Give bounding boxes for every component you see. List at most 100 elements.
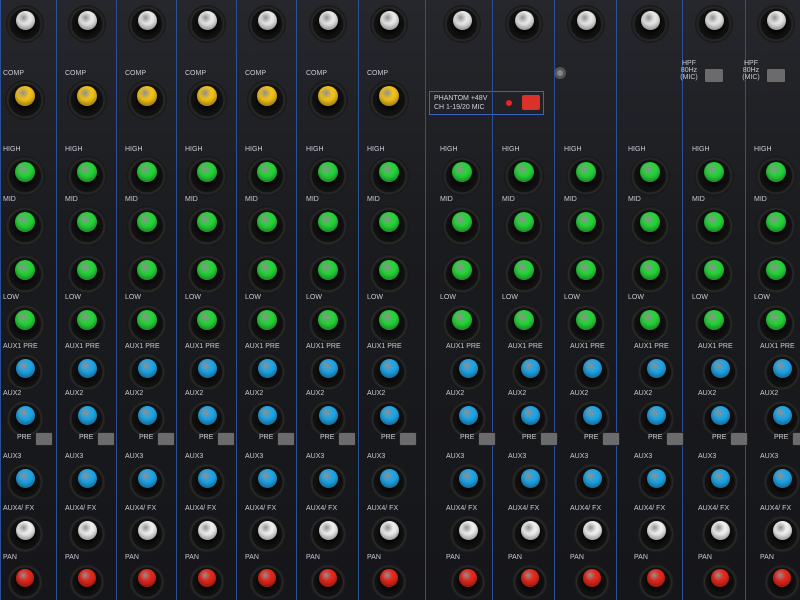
eq-mid2-knob[interactable] [576,260,596,280]
aux4-knob[interactable] [137,520,157,540]
aux4-knob[interactable] [772,520,792,540]
high-knob[interactable] [766,162,786,182]
mid-knob[interactable] [15,212,35,232]
high-knob[interactable] [514,162,534,182]
mid-knob[interactable] [77,212,97,232]
aux2-knob[interactable] [710,405,730,425]
high-knob[interactable] [379,162,399,182]
aux2-knob[interactable] [772,405,792,425]
aux-pre-button[interactable] [277,432,295,446]
aux-pre-button[interactable] [338,432,356,446]
low-knob[interactable] [379,310,399,330]
aux-pre-button[interactable] [478,432,496,446]
comp-knob[interactable] [137,86,157,106]
eq-mid2-knob[interactable] [137,260,157,280]
pan-knob[interactable] [78,569,96,587]
low-knob[interactable] [257,310,277,330]
mid-knob[interactable] [452,212,472,232]
pan-knob[interactable] [16,569,34,587]
aux1-knob[interactable] [582,358,602,378]
high-knob[interactable] [704,162,724,182]
aux-pre-button[interactable] [217,432,235,446]
aux2-knob[interactable] [379,405,399,425]
mid-knob[interactable] [640,212,660,232]
aux-pre-button[interactable] [666,432,684,446]
aux3-knob[interactable] [710,468,730,488]
pan-knob[interactable] [459,569,477,587]
gain-knob[interactable] [15,10,35,30]
eq-mid2-knob[interactable] [704,260,724,280]
aux1-knob[interactable] [15,358,35,378]
eq-mid2-knob[interactable] [514,260,534,280]
pan-knob[interactable] [198,569,216,587]
high-knob[interactable] [137,162,157,182]
aux4-knob[interactable] [318,520,338,540]
aux4-knob[interactable] [710,520,730,540]
eq-mid2-knob[interactable] [379,260,399,280]
aux2-knob[interactable] [520,405,540,425]
aux1-knob[interactable] [520,358,540,378]
aux3-knob[interactable] [137,468,157,488]
aux3-knob[interactable] [197,468,217,488]
low-knob[interactable] [318,310,338,330]
aux1-knob[interactable] [318,358,338,378]
aux3-knob[interactable] [318,468,338,488]
low-knob[interactable] [766,310,786,330]
pan-knob[interactable] [711,569,729,587]
low-knob[interactable] [452,310,472,330]
high-knob[interactable] [452,162,472,182]
aux3-knob[interactable] [520,468,540,488]
mid-knob[interactable] [704,212,724,232]
hpf-button[interactable] [704,68,724,83]
aux2-knob[interactable] [257,405,277,425]
aux1-knob[interactable] [458,358,478,378]
pan-knob[interactable] [138,569,156,587]
low-knob[interactable] [15,310,35,330]
gain-knob[interactable] [197,10,217,30]
aux2-knob[interactable] [646,405,666,425]
aux2-knob[interactable] [582,405,602,425]
eq-mid2-knob[interactable] [766,260,786,280]
eq-mid2-knob[interactable] [197,260,217,280]
gain-knob[interactable] [137,10,157,30]
phantom-switch[interactable] [522,95,540,110]
aux-pre-button[interactable] [157,432,175,446]
aux-pre-button[interactable] [540,432,558,446]
aux1-knob[interactable] [257,358,277,378]
low-knob[interactable] [77,310,97,330]
high-knob[interactable] [197,162,217,182]
pan-knob[interactable] [258,569,276,587]
aux-pre-button[interactable] [97,432,115,446]
aux3-knob[interactable] [77,468,97,488]
aux3-knob[interactable] [458,468,478,488]
aux4-knob[interactable] [646,520,666,540]
aux4-knob[interactable] [257,520,277,540]
aux-pre-button[interactable] [730,432,748,446]
aux-pre-button[interactable] [399,432,417,446]
aux4-knob[interactable] [15,520,35,540]
comp-knob[interactable] [257,86,277,106]
high-knob[interactable] [576,162,596,182]
gain-knob[interactable] [379,10,399,30]
aux1-knob[interactable] [646,358,666,378]
gain-knob[interactable] [452,10,472,30]
aux1-knob[interactable] [197,358,217,378]
hpf-button[interactable] [766,68,786,83]
aux1-knob[interactable] [379,358,399,378]
aux3-knob[interactable] [582,468,602,488]
mid-knob[interactable] [137,212,157,232]
pan-knob[interactable] [647,569,665,587]
mid-knob[interactable] [318,212,338,232]
aux1-knob[interactable] [137,358,157,378]
low-knob[interactable] [640,310,660,330]
gain-knob[interactable] [257,10,277,30]
eq-mid2-knob[interactable] [640,260,660,280]
pan-knob[interactable] [583,569,601,587]
high-knob[interactable] [318,162,338,182]
aux2-knob[interactable] [137,405,157,425]
aux4-knob[interactable] [77,520,97,540]
high-knob[interactable] [640,162,660,182]
gain-knob[interactable] [514,10,534,30]
aux-pre-button[interactable] [35,432,53,446]
eq-mid2-knob[interactable] [452,260,472,280]
